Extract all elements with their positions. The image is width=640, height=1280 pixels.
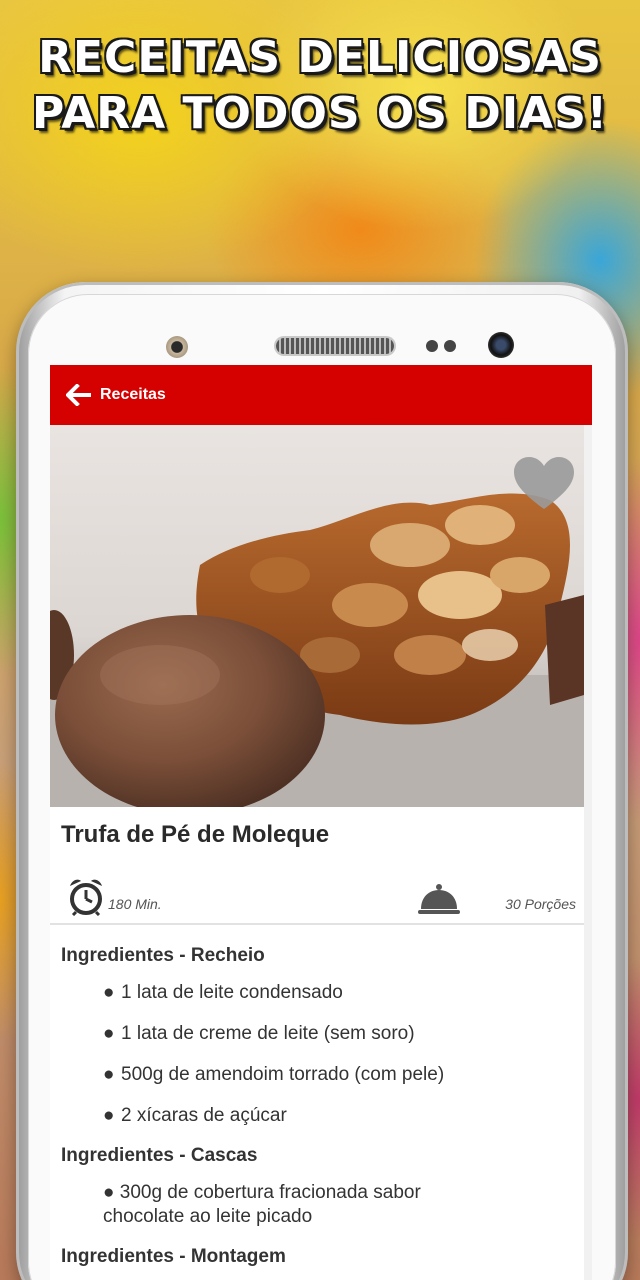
list-item: ● 1 lata de leite condensado	[103, 982, 343, 1003]
scroll-track	[584, 425, 592, 1280]
sensor-dot	[426, 340, 438, 352]
recipe-meta: 180 Min. 30 Porções	[50, 870, 584, 920]
promo-line-2: PARA TODOS OS DIAS!	[32, 88, 608, 139]
divider	[50, 923, 584, 925]
prep-time: 180 Min.	[108, 896, 162, 912]
arrow-left-icon	[66, 384, 91, 406]
section-title: Ingredientes - Montagem	[61, 1246, 286, 1267]
app-bar: Receitas	[50, 365, 592, 425]
section-title: Ingredientes - Cascas	[61, 1145, 258, 1166]
list-item: ● 1 lata de creme de leite (sem soro)	[103, 1023, 415, 1044]
proximity-sensor	[166, 336, 188, 358]
recipe-photo-image	[50, 493, 584, 807]
cloche-icon	[418, 884, 460, 914]
promo-headline: RECEITAS DELICIOSAS PARA TODOS OS DIAS!	[0, 30, 640, 142]
recipe-photo	[50, 425, 584, 807]
list-item: ● 500g de amendoim torrado (com pele)	[103, 1064, 445, 1085]
promo-line-1: RECEITAS DELICIOSAS	[38, 32, 602, 83]
alarm-clock-icon	[70, 879, 102, 916]
app-screen: Receitas Trufa de Pé de Moleque 180 Min.…	[50, 365, 592, 1280]
recipe-title: Trufa de Pé de Moleque	[61, 821, 330, 848]
earpiece-speaker	[276, 338, 394, 354]
portions: 30 Porções	[505, 896, 576, 912]
back-button[interactable]	[54, 365, 104, 425]
section-title: Ingredientes - Recheio	[61, 945, 265, 966]
appbar-title: Receitas	[100, 386, 166, 403]
list-item: ● 2 xícaras de açúcar	[103, 1105, 287, 1126]
front-camera	[488, 332, 514, 358]
list-item: ● 300g de cobertura fracionada sabor cho…	[103, 1182, 421, 1227]
favorite-heart-icon[interactable]	[514, 457, 574, 511]
ingredients-list: Ingredientes - Recheio ● 1 lata de leite …	[61, 935, 581, 1280]
sensor-dot	[444, 340, 456, 352]
